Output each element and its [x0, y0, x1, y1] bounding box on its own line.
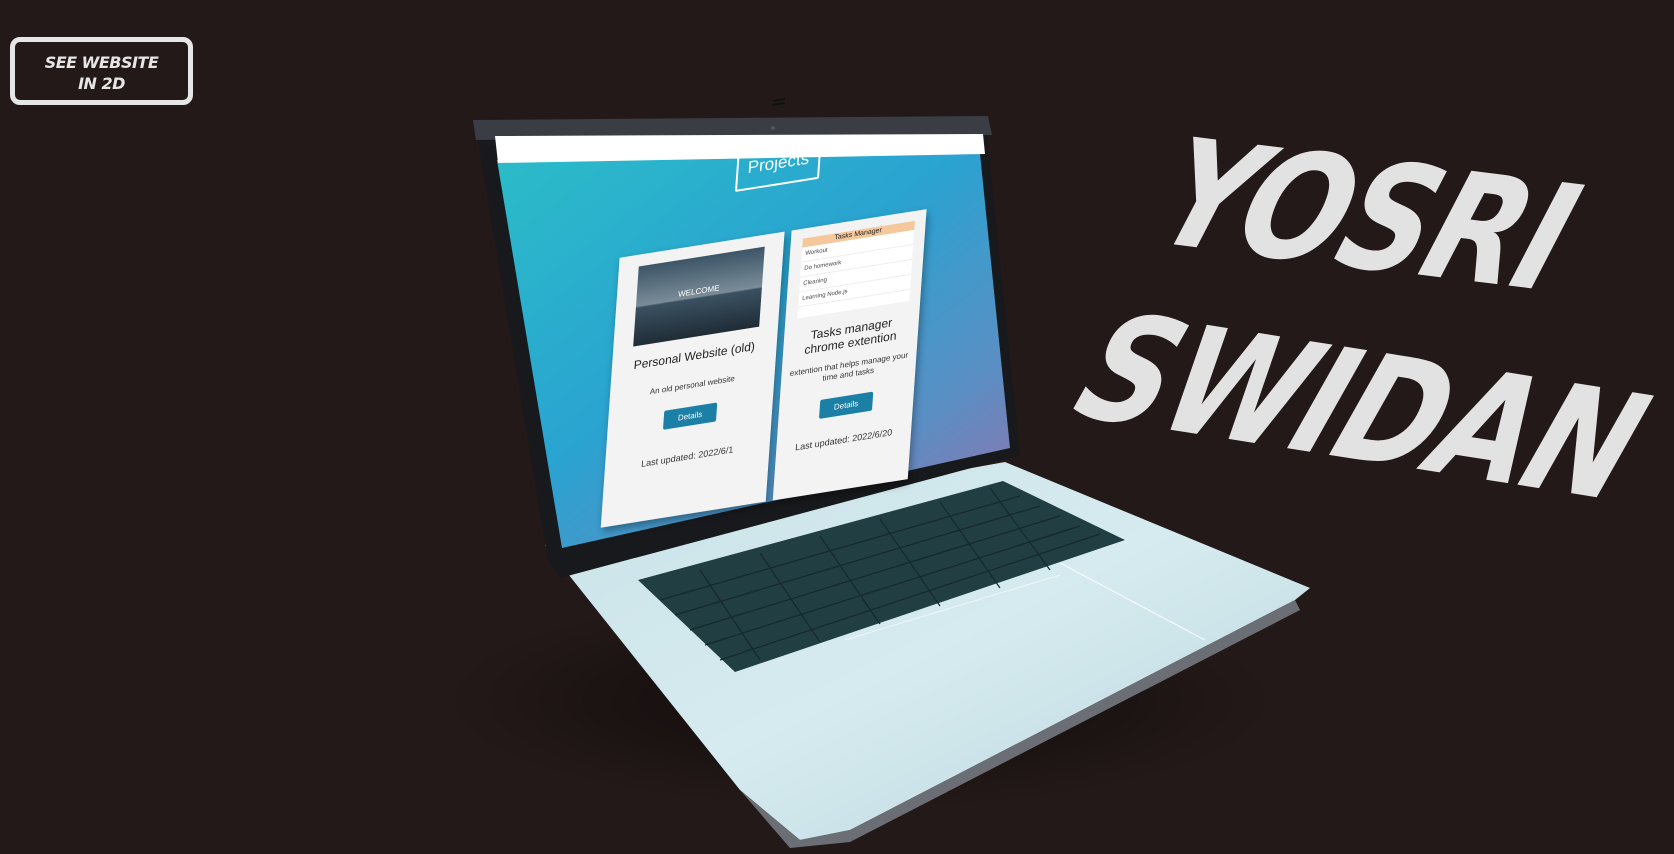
projects-heading: Projects: [734, 134, 823, 192]
project-thumbnail: Tasks Manager Workout Do homework Cleani…: [796, 220, 915, 319]
project-updated: Last updated: 2022/6/1: [640, 444, 734, 469]
screen-website: Projects WELCOME Personal Website (old) …: [472, 84, 970, 558]
project-card-tasks-manager: Tasks Manager Workout Do homework Cleani…: [772, 209, 927, 501]
project-updated: Last updated: 2022/6/20: [794, 427, 893, 453]
project-description: An old personal website: [649, 373, 736, 397]
details-button[interactable]: Details: [819, 391, 874, 419]
thumbnail-text: WELCOME: [677, 283, 720, 299]
project-card-personal-website: WELCOME Personal Website (old) An old pe…: [600, 231, 785, 528]
details-button[interactable]: Details: [663, 402, 717, 430]
project-thumbnail: WELCOME: [632, 246, 765, 347]
